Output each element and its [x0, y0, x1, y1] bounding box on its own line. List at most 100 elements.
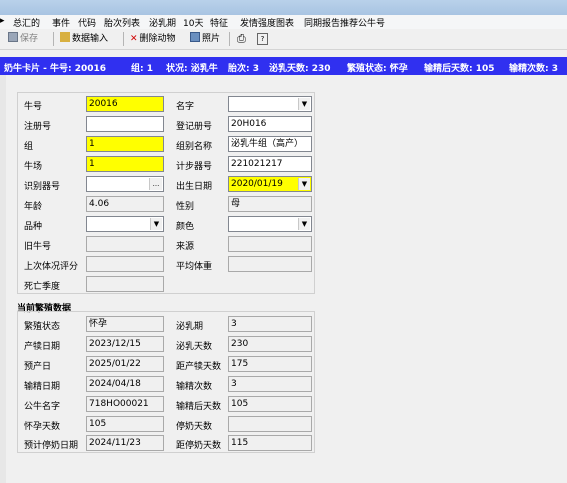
color-label: 颜色 — [176, 222, 195, 232]
pregnant-days-label: 怀孕天数 — [24, 422, 61, 432]
avg-weight-field — [228, 256, 312, 272]
toolbar-separator — [229, 32, 230, 46]
old-id-label: 旧牛号 — [24, 242, 52, 252]
death-season-label: 死亡季度 — [24, 282, 61, 292]
banner-parity: 胎次: 3 — [228, 64, 259, 74]
menu-events[interactable]: 事件 — [52, 16, 70, 29]
delete-icon: ✕ — [130, 34, 138, 44]
toolbar: 保存 数据输入 ✕ 删除动物 照片 ⎙ ? — [0, 29, 567, 50]
days-after-insem-label: 输精后天数 — [176, 402, 222, 412]
banner-insem-count: 输精次数: 3 — [509, 64, 558, 74]
save-button[interactable]: 保存 — [8, 32, 38, 46]
data-input-button[interactable]: 数据输入 — [60, 32, 108, 46]
dry-days-label: 停奶天数 — [176, 422, 213, 432]
chevron-down-icon[interactable]: ▼ — [150, 218, 162, 230]
planned-dry-date-label: 预计停奶日期 — [24, 441, 79, 451]
menu-heat-chart[interactable]: 发情强度图表 — [240, 16, 294, 29]
sex-label: 性别 — [176, 202, 195, 212]
days-to-dry-field: 115 — [228, 435, 312, 451]
menu-lactation[interactable]: 泌乳期 — [149, 16, 176, 29]
due-date-field: 2025/01/22 — [86, 356, 164, 372]
photo-button[interactable]: 照片 — [190, 32, 220, 46]
days-after-insem-field: 105 — [228, 396, 312, 412]
cow-id-field[interactable]: 20016 — [86, 96, 164, 112]
last-bcs-field — [86, 256, 164, 272]
group-label: 组 — [24, 142, 34, 152]
browse-button[interactable]: ... — [149, 178, 162, 190]
menu-10days[interactable]: 10天 — [183, 16, 203, 29]
origin-field — [228, 236, 312, 252]
pregnant-days-field: 105 — [86, 416, 164, 432]
farm-field[interactable]: 1 — [86, 156, 164, 172]
group-name-label: 组别名称 — [176, 142, 213, 152]
group-field[interactable]: 1 — [86, 136, 164, 152]
days-to-calving-field: 175 — [228, 356, 312, 372]
group-name-field[interactable]: 泌乳牛组（高产） — [228, 136, 312, 152]
save-icon — [8, 32, 18, 42]
toolbar-separator — [53, 32, 54, 46]
banner-cow-card: 奶牛卡片 - 牛号: 20016 — [4, 64, 107, 74]
id-no-field[interactable]: ... — [86, 176, 164, 192]
sex-field: 母 — [228, 196, 312, 212]
name-dropdown[interactable]: ▼ — [228, 96, 312, 112]
calving-date-field: 2023/12/15 — [86, 336, 164, 352]
dim-field: 230 — [228, 336, 312, 352]
reg-number2-label: 登记册号 — [176, 122, 213, 132]
pedometer-label: 计步器号 — [176, 162, 213, 172]
window-titlebar — [0, 0, 567, 15]
avg-weight-label: 平均体重 — [176, 262, 213, 272]
old-id-field — [86, 236, 164, 252]
lact-period-field: 3 — [228, 316, 312, 332]
cow-info-banner: 奶牛卡片 - 牛号: 20016 组: 1 状况: 泌乳牛 胎次: 3 泌乳天数… — [0, 57, 567, 75]
toolbar-separator — [123, 32, 124, 46]
help-icon: ? — [257, 33, 268, 45]
chevron-down-icon[interactable]: ▼ — [298, 178, 310, 190]
dry-days-field — [228, 416, 312, 432]
name-label: 名字 — [176, 102, 195, 112]
print-button[interactable]: ⎙ — [237, 32, 246, 46]
id-no-label: 识别器号 — [24, 182, 61, 192]
cow-id-label: 牛号 — [24, 102, 43, 112]
reg-no-label: 注册号 — [24, 122, 52, 132]
pedometer-field[interactable]: 221021217 — [228, 156, 312, 172]
menu-codes[interactable]: 代码 — [78, 16, 96, 29]
days-to-dry-label: 距停奶天数 — [176, 441, 222, 451]
sire-name-field: 718HO00021 — [86, 396, 164, 412]
menu-features[interactable]: 特征 — [210, 16, 228, 29]
breed-dropdown[interactable]: ▼ — [86, 216, 164, 232]
insem-date-label: 输精日期 — [24, 382, 61, 392]
farm-label: 牛场 — [24, 162, 43, 172]
origin-label: 来源 — [176, 242, 195, 252]
birth-date-picker[interactable]: 2020/01/19 ▼ — [228, 176, 312, 192]
age-label: 年龄 — [24, 202, 43, 212]
repro-status-field: 怀孕 — [86, 316, 164, 332]
menu-parity-list[interactable]: 胎次列表 — [104, 16, 140, 29]
due-date-label: 预产日 — [24, 362, 52, 372]
days-to-calving-label: 距产犊天数 — [176, 362, 222, 372]
data-input-icon — [60, 32, 70, 42]
menu-sync-report[interactable]: 同期报告推荐公牛号 — [304, 16, 385, 29]
reg-number2-field[interactable]: 20H016 — [228, 116, 312, 132]
banner-dim: 泌乳天数: 230 — [269, 64, 331, 74]
insem-date-field: 2024/04/18 — [86, 376, 164, 392]
help-button[interactable]: ? — [257, 32, 268, 46]
banner-status: 状况: 泌乳牛 — [166, 64, 218, 74]
sire-name-label: 公牛名字 — [24, 402, 61, 412]
menu-summary[interactable]: 总汇的 — [13, 16, 40, 29]
printer-icon: ⎙ — [237, 32, 246, 45]
dim-label: 泌乳天数 — [176, 342, 213, 352]
lact-period-label: 泌乳期 — [176, 322, 204, 332]
chevron-down-icon[interactable]: ▼ — [298, 98, 310, 110]
banner-days-since-insem: 输精后天数: 105 — [424, 64, 495, 74]
birth-date-label: 出生日期 — [176, 182, 213, 192]
menu-arrow-icon[interactable]: ▸ — [0, 16, 5, 26]
breed-label: 品种 — [24, 222, 43, 232]
delete-animal-button[interactable]: ✕ 删除动物 — [130, 32, 176, 46]
chevron-down-icon[interactable]: ▼ — [298, 218, 310, 230]
reg-no-field[interactable] — [86, 116, 164, 132]
death-season-field — [86, 276, 164, 292]
color-dropdown[interactable]: ▼ — [228, 216, 312, 232]
planned-dry-date-field: 2024/11/23 — [86, 435, 164, 451]
banner-repro-status: 繁殖状态: 怀孕 — [347, 64, 408, 74]
repro-status-label: 繁殖状态 — [24, 322, 61, 332]
